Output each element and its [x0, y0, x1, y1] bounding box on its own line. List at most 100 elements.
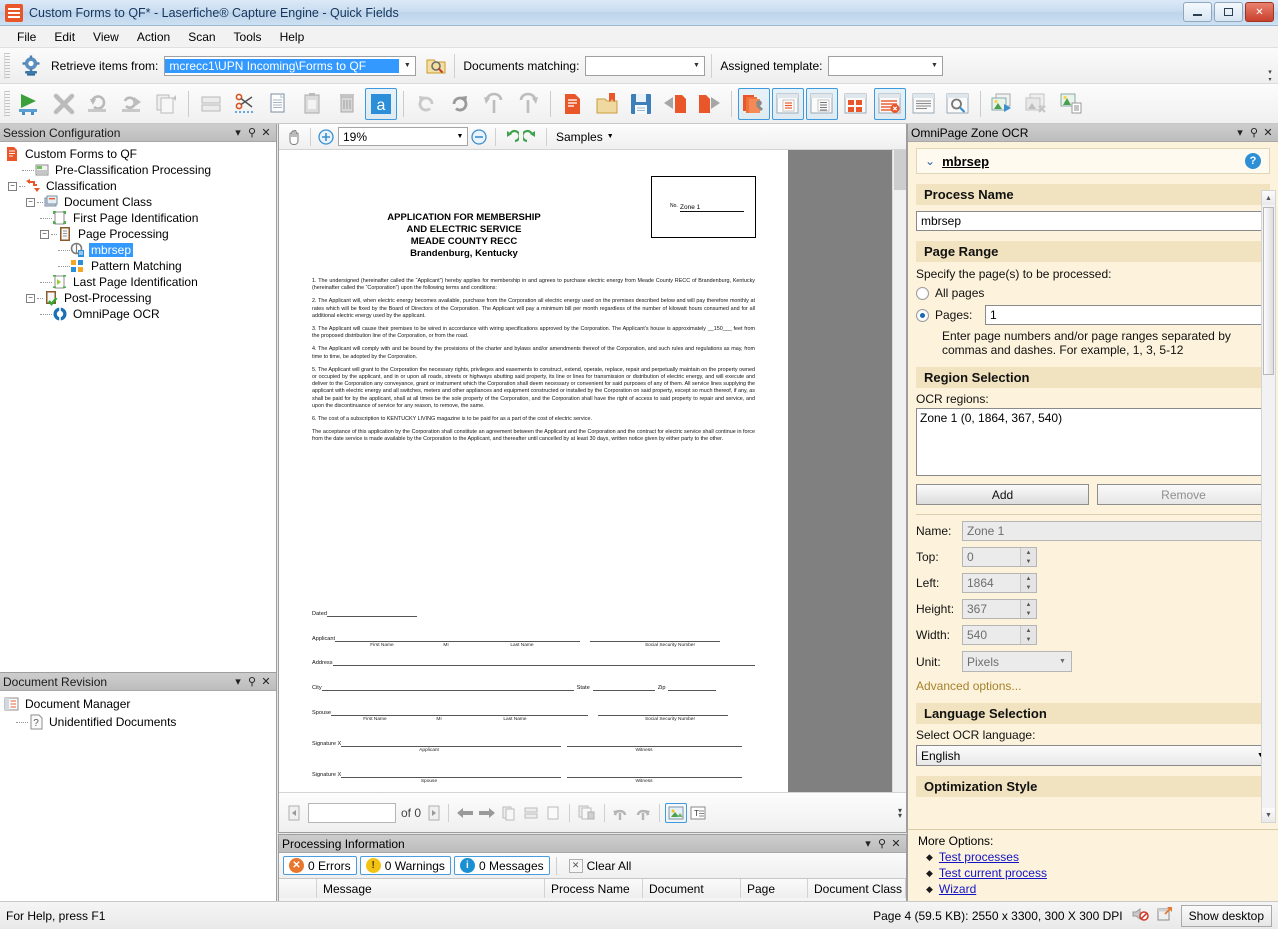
chevron-down-icon[interactable]: ▼ [1054, 658, 1071, 665]
rotate-right-button[interactable] [444, 88, 476, 120]
menu-edit[interactable]: Edit [45, 28, 84, 46]
scrollbar-thumb[interactable] [894, 150, 906, 190]
menu-tools[interactable]: Tools [225, 28, 271, 46]
grid-col-process-name[interactable]: Process Name [545, 879, 643, 898]
field-line-zip[interactable] [668, 684, 717, 691]
page-last-icon[interactable] [425, 805, 443, 821]
panel-menu-button[interactable]: ▾ [231, 675, 245, 688]
panel-menu-button[interactable]: ▾ [1233, 126, 1247, 139]
delete-button[interactable] [331, 88, 363, 120]
add-region-button[interactable]: Add [916, 484, 1089, 505]
tree-expander-collapse-icon[interactable]: − [26, 293, 35, 303]
mute-icon[interactable] [1131, 906, 1149, 925]
viewer-canvas[interactable]: No. Zone 1 APPLICATION FOR MEMBERSHIP AN… [279, 150, 906, 792]
toolbar-gripper[interactable] [4, 52, 10, 79]
run-session-button[interactable] [14, 88, 46, 120]
stepper-up-icon[interactable]: ▲ [1021, 548, 1036, 557]
rotate-page-right-icon[interactable] [632, 805, 654, 821]
blank-page-icon[interactable] [542, 805, 564, 821]
toolbar-overflow-button[interactable]: ▾ ▾ [1264, 68, 1276, 83]
arrow-right-icon[interactable] [476, 805, 498, 821]
panel-close-button[interactable]: ✕ [259, 675, 273, 688]
grid-col-document[interactable]: Document [643, 879, 741, 898]
undo-document-button[interactable] [659, 88, 691, 120]
field-line-applicant-name[interactable] [335, 635, 581, 642]
rotate-left-button[interactable] [410, 88, 442, 120]
thumbnail-pane-button[interactable] [840, 88, 872, 120]
tree-expander-collapse-icon[interactable]: − [8, 181, 17, 191]
stepper-up-icon[interactable]: ▲ [1021, 626, 1036, 635]
tree-item-first-page-identification[interactable]: First Page Identification [4, 210, 276, 226]
chevron-down-icon[interactable]: ▼ [453, 133, 467, 140]
chevron-down-icon[interactable]: ▼ [688, 57, 704, 75]
page-number-input[interactable] [308, 802, 396, 823]
zoom-level-combo[interactable]: 19% ▼ [338, 127, 468, 146]
panel-pin-button[interactable]: ⚲ [1247, 126, 1261, 139]
stack-pages-button[interactable] [195, 88, 227, 120]
stepper-buttons[interactable]: ▲ ▼ [1020, 626, 1036, 644]
retrieve-items-from-combo[interactable]: mcrecc1\UPN Incoming\Forms to QF ▼ [164, 55, 417, 76]
stepper-buttons[interactable]: ▲ ▼ [1020, 548, 1036, 566]
field-line-dated[interactable] [326, 610, 417, 617]
wizard-link[interactable]: Wizard [939, 882, 976, 896]
process-name-input[interactable]: mbrsep [916, 211, 1270, 231]
pages-radio[interactable] [916, 308, 929, 322]
undo-green-icon[interactable] [501, 129, 521, 145]
errors-filter-button[interactable]: ✕ 0 Errors [283, 856, 357, 875]
blank-image-button[interactable] [1021, 88, 1053, 120]
field-line-witness-1[interactable] [567, 740, 743, 747]
ocr-panel-scrollbar[interactable]: ▲ ▼ [1261, 190, 1276, 823]
field-line-address[interactable] [332, 659, 755, 666]
ocr-zone-rect[interactable]: No. Zone 1 [651, 176, 756, 238]
first-image-button[interactable] [987, 88, 1019, 120]
test-processes-link[interactable]: Test processes [939, 850, 1019, 864]
popout-icon[interactable] [1157, 906, 1173, 925]
panel-pin-button[interactable]: ⚲ [245, 126, 259, 139]
stepper-buttons[interactable]: ▲ ▼ [1020, 574, 1036, 592]
messages-filter-button[interactable]: i 0 Messages [453, 856, 550, 875]
tree-expander-collapse-icon[interactable]: − [40, 229, 49, 239]
field-line-state[interactable] [592, 684, 655, 691]
zoom-pane-button[interactable] [942, 88, 974, 120]
rescan-button[interactable] [82, 88, 114, 120]
image-view-button[interactable] [665, 802, 688, 823]
delete-page-icon[interactable] [575, 805, 599, 821]
document-properties-button[interactable] [557, 88, 589, 120]
page-first-icon[interactable] [285, 805, 303, 821]
advanced-options-link[interactable]: Advanced options... [916, 679, 1270, 693]
session-gear-icon[interactable] [19, 54, 43, 78]
stop-session-button[interactable] [48, 88, 80, 120]
more-option-test-processes[interactable]: ◆ Test processes [918, 850, 1268, 864]
folder-properties-button[interactable] [591, 88, 623, 120]
tree-item-omnipage-ocr[interactable]: OmniPage OCR [4, 306, 276, 322]
tree-item-pattern-matching[interactable]: Pattern Matching [4, 258, 276, 274]
scroll-down-arrow-icon[interactable]: ▼ [1262, 808, 1275, 822]
region-unit-select[interactable]: Pixels ▼ [962, 651, 1072, 672]
all-pages-radio[interactable] [916, 286, 929, 300]
scan-insert-button[interactable] [116, 88, 148, 120]
flip-vertical-button[interactable] [478, 88, 510, 120]
zoom-in-icon[interactable] [316, 128, 336, 145]
remove-region-button[interactable]: Remove [1097, 484, 1270, 505]
redo-green-icon[interactable] [521, 129, 541, 145]
text-view-button[interactable]: T [687, 806, 709, 820]
menu-view[interactable]: View [84, 28, 128, 46]
more-option-wizard[interactable]: ◆ Wizard [918, 882, 1268, 896]
tree-item-last-page-identification[interactable]: Last Page Identification [4, 274, 276, 290]
text-tool-button[interactable]: a [365, 87, 397, 120]
search-folder-icon[interactable] [424, 54, 448, 78]
region-left-stepper[interactable]: 1864 ▲ ▼ [962, 573, 1037, 593]
stack-page-icon[interactable] [520, 805, 542, 821]
process-settings-button[interactable] [738, 87, 770, 120]
tree-item-unidentified-documents[interactable]: ? Unidentified Documents [4, 713, 276, 731]
stepper-up-icon[interactable]: ▲ [1021, 574, 1036, 583]
field-line-spouse-name[interactable] [330, 709, 588, 716]
stepper-up-icon[interactable]: ▲ [1021, 600, 1036, 609]
tree-item-page-processing[interactable]: − Page Processing [4, 226, 276, 242]
field-line-signature-applicant[interactable] [341, 740, 562, 747]
paste-button[interactable] [297, 88, 329, 120]
help-question-icon[interactable]: ? [1245, 153, 1261, 169]
text-pane-button[interactable] [908, 88, 940, 120]
menu-action[interactable]: Action [128, 28, 179, 46]
close-button[interactable]: ✕ [1245, 2, 1274, 22]
